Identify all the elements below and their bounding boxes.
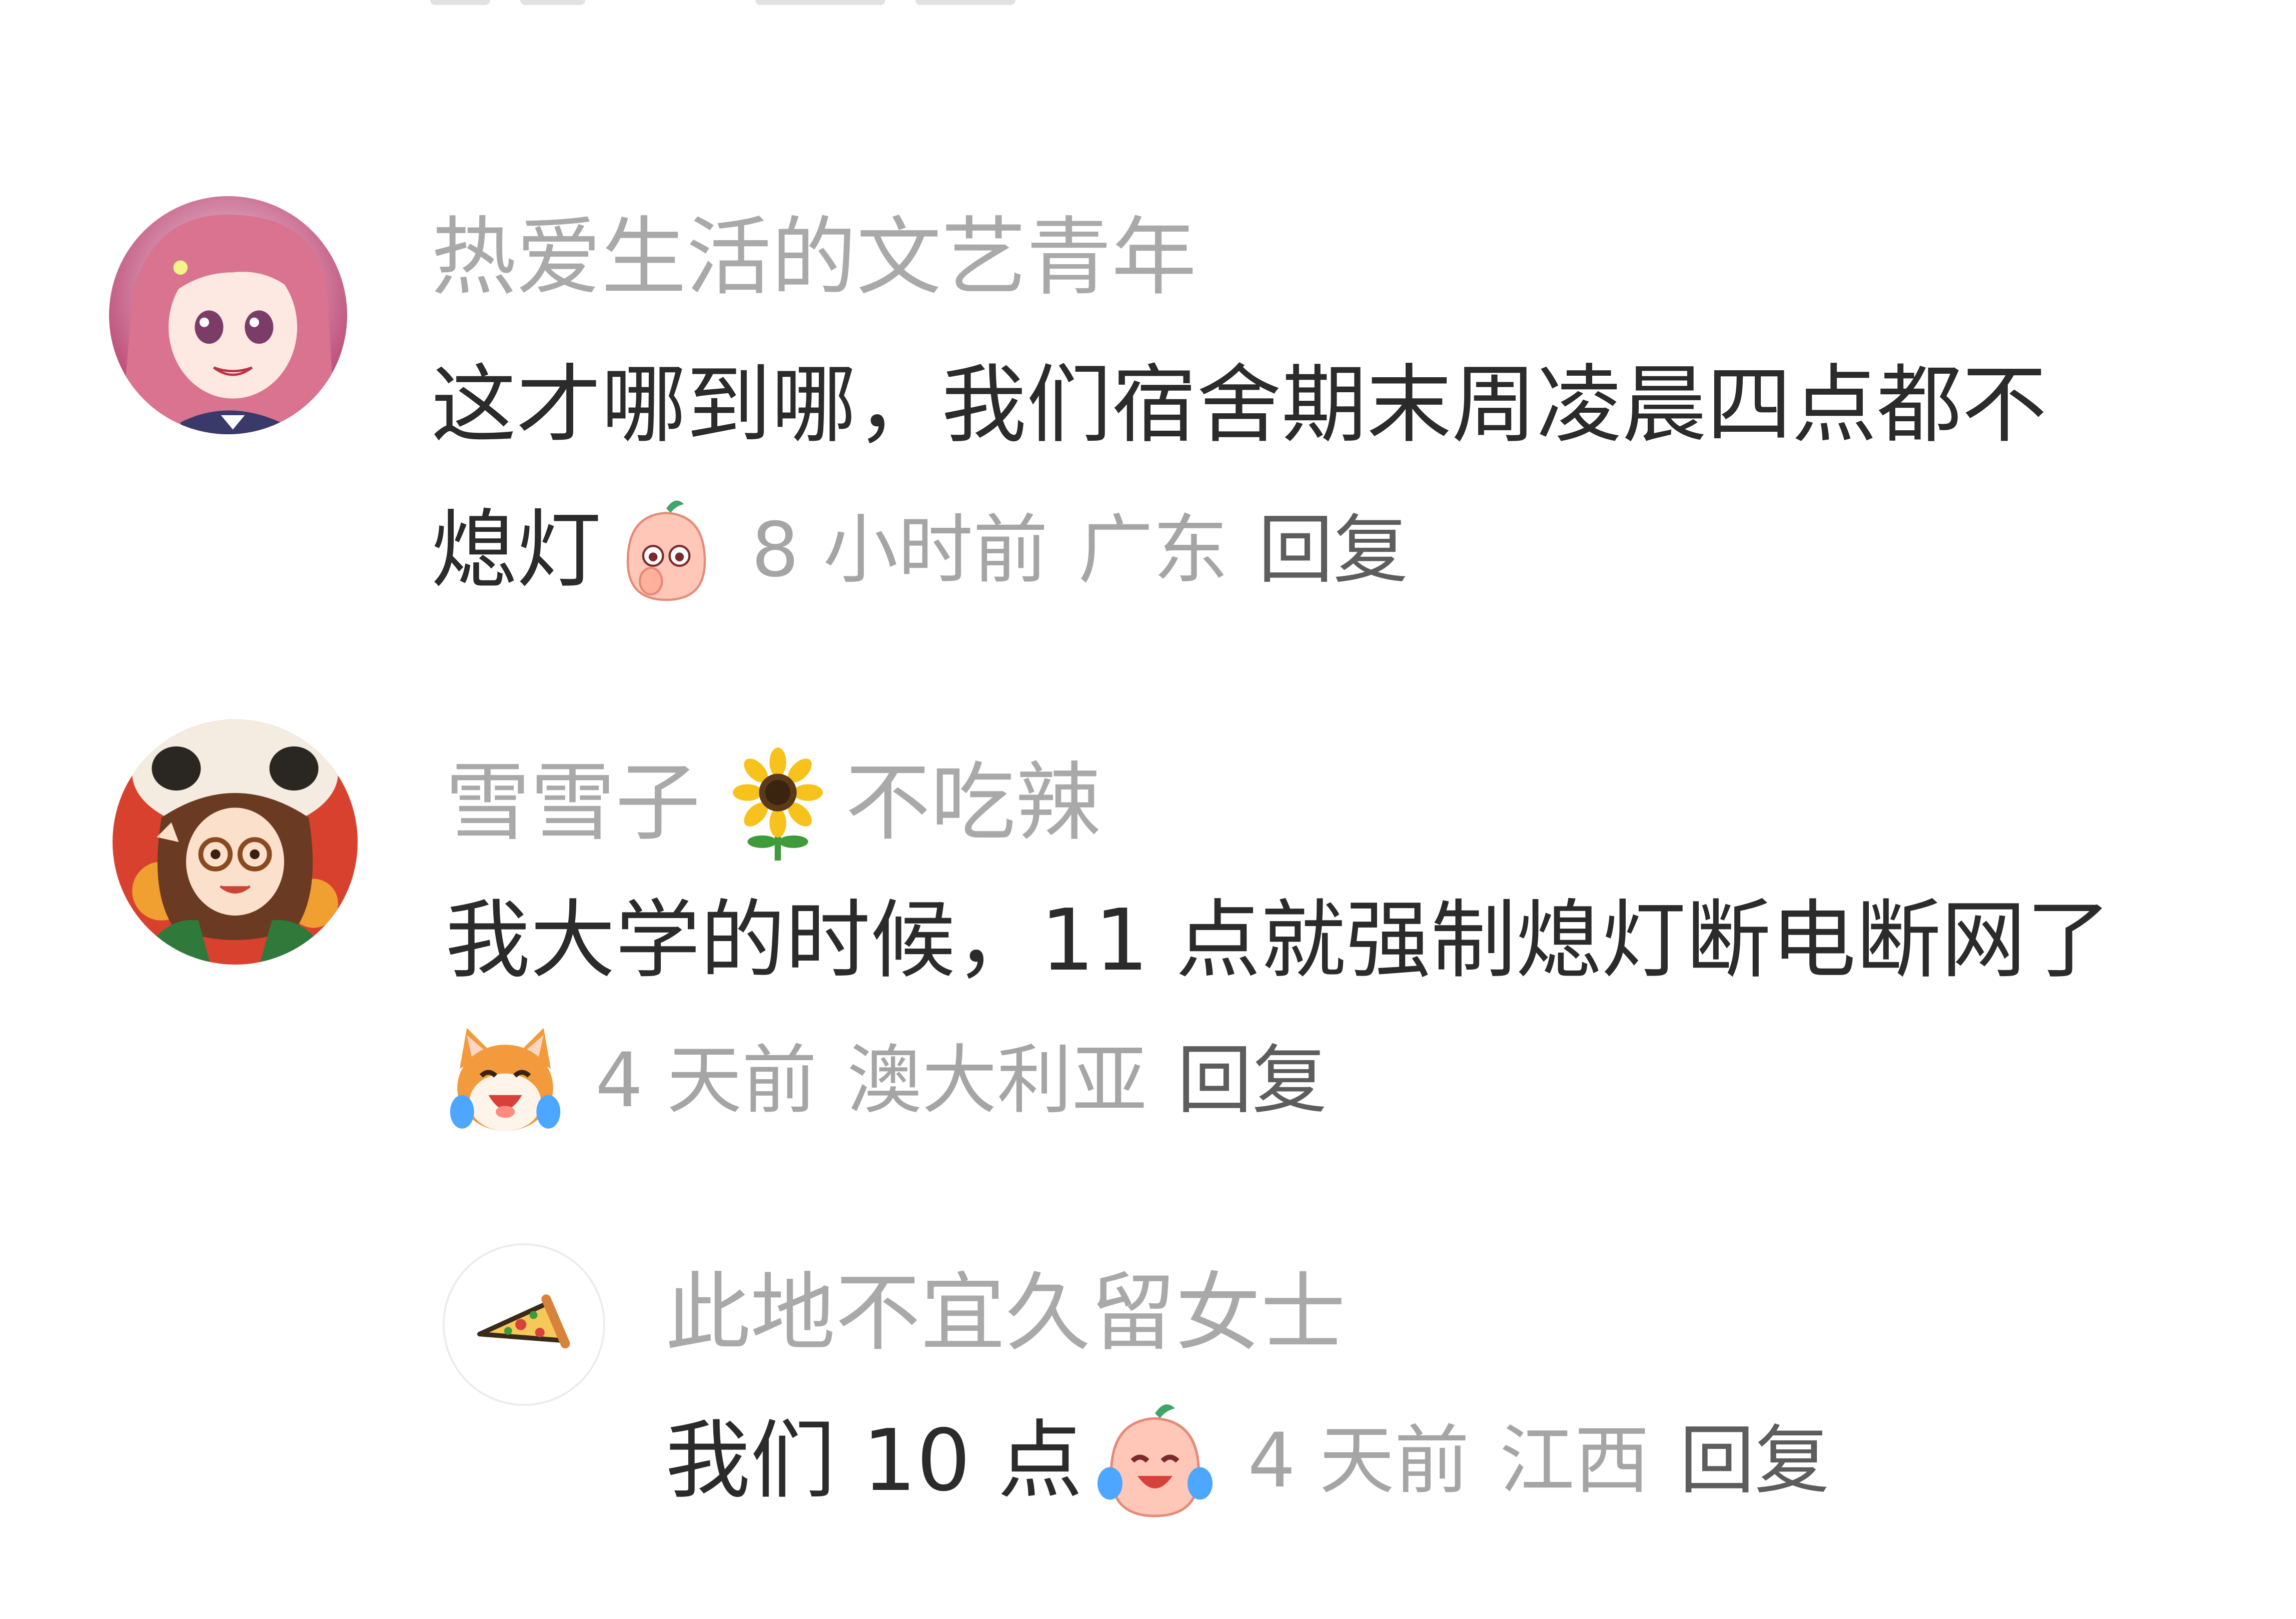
- comment-footer: 4 天前 澳大利亚 回复: [445, 1021, 1327, 1141]
- peach-laughing-tears-emoji-icon: [1092, 1401, 1218, 1521]
- author-name-suffix: 不吃辣: [845, 753, 1101, 853]
- reply-button[interactable]: 回复: [1177, 1043, 1327, 1118]
- comment-footer: 我们 10 点 4 天前 江西 回复: [665, 1401, 1830, 1521]
- avatar[interactable]: [109, 196, 347, 434]
- peach-covering-mouth-emoji-icon: [611, 495, 721, 605]
- pizza-slice-avatar-icon: [445, 1245, 603, 1404]
- comment-location: 江西: [1499, 1417, 1650, 1504]
- comment-time: 4 天前: [595, 1037, 817, 1124]
- comment-author[interactable]: 热爱生活的文艺青年: [431, 215, 1197, 300]
- comment-location: 澳大利亚: [847, 1037, 1147, 1124]
- sunflower-emoji-icon: [725, 745, 830, 861]
- comment-author[interactable]: 此地不宜久留女士: [665, 1271, 1346, 1356]
- comment-text-continued: 熄灯: [431, 501, 602, 600]
- reply-button[interactable]: 回复: [1258, 513, 1408, 588]
- previous-comment-cutoff: [430, 0, 1130, 10]
- comment-text: 这才哪到哪，我们宿舍期末周凌晨四点都不: [431, 356, 2047, 455]
- comment-time: 4 天前: [1248, 1417, 1470, 1504]
- avatar[interactable]: [443, 1243, 605, 1406]
- avatar[interactable]: [113, 719, 358, 965]
- comment-text: 我大学的时候，11 点就强制熄灯断电断网了: [445, 891, 2111, 990]
- comment-footer: 熄灯 8 小时前 广东 回复: [431, 500, 1408, 601]
- cat-laughing-tears-emoji-icon: [445, 1023, 565, 1138]
- reply-button[interactable]: 回复: [1680, 1423, 1830, 1498]
- panda-hat-girl-avatar-icon: [113, 719, 358, 965]
- author-name: 雪雪子: [445, 753, 701, 853]
- comment-time: 8 小时前: [751, 507, 1048, 594]
- comment-author[interactable]: 雪雪子 不吃辣: [445, 745, 1100, 861]
- comment-location: 广东: [1078, 507, 1229, 594]
- anime-girl-avatar-icon: [109, 196, 347, 434]
- comment-text: 我们 10 点: [665, 1411, 1083, 1510]
